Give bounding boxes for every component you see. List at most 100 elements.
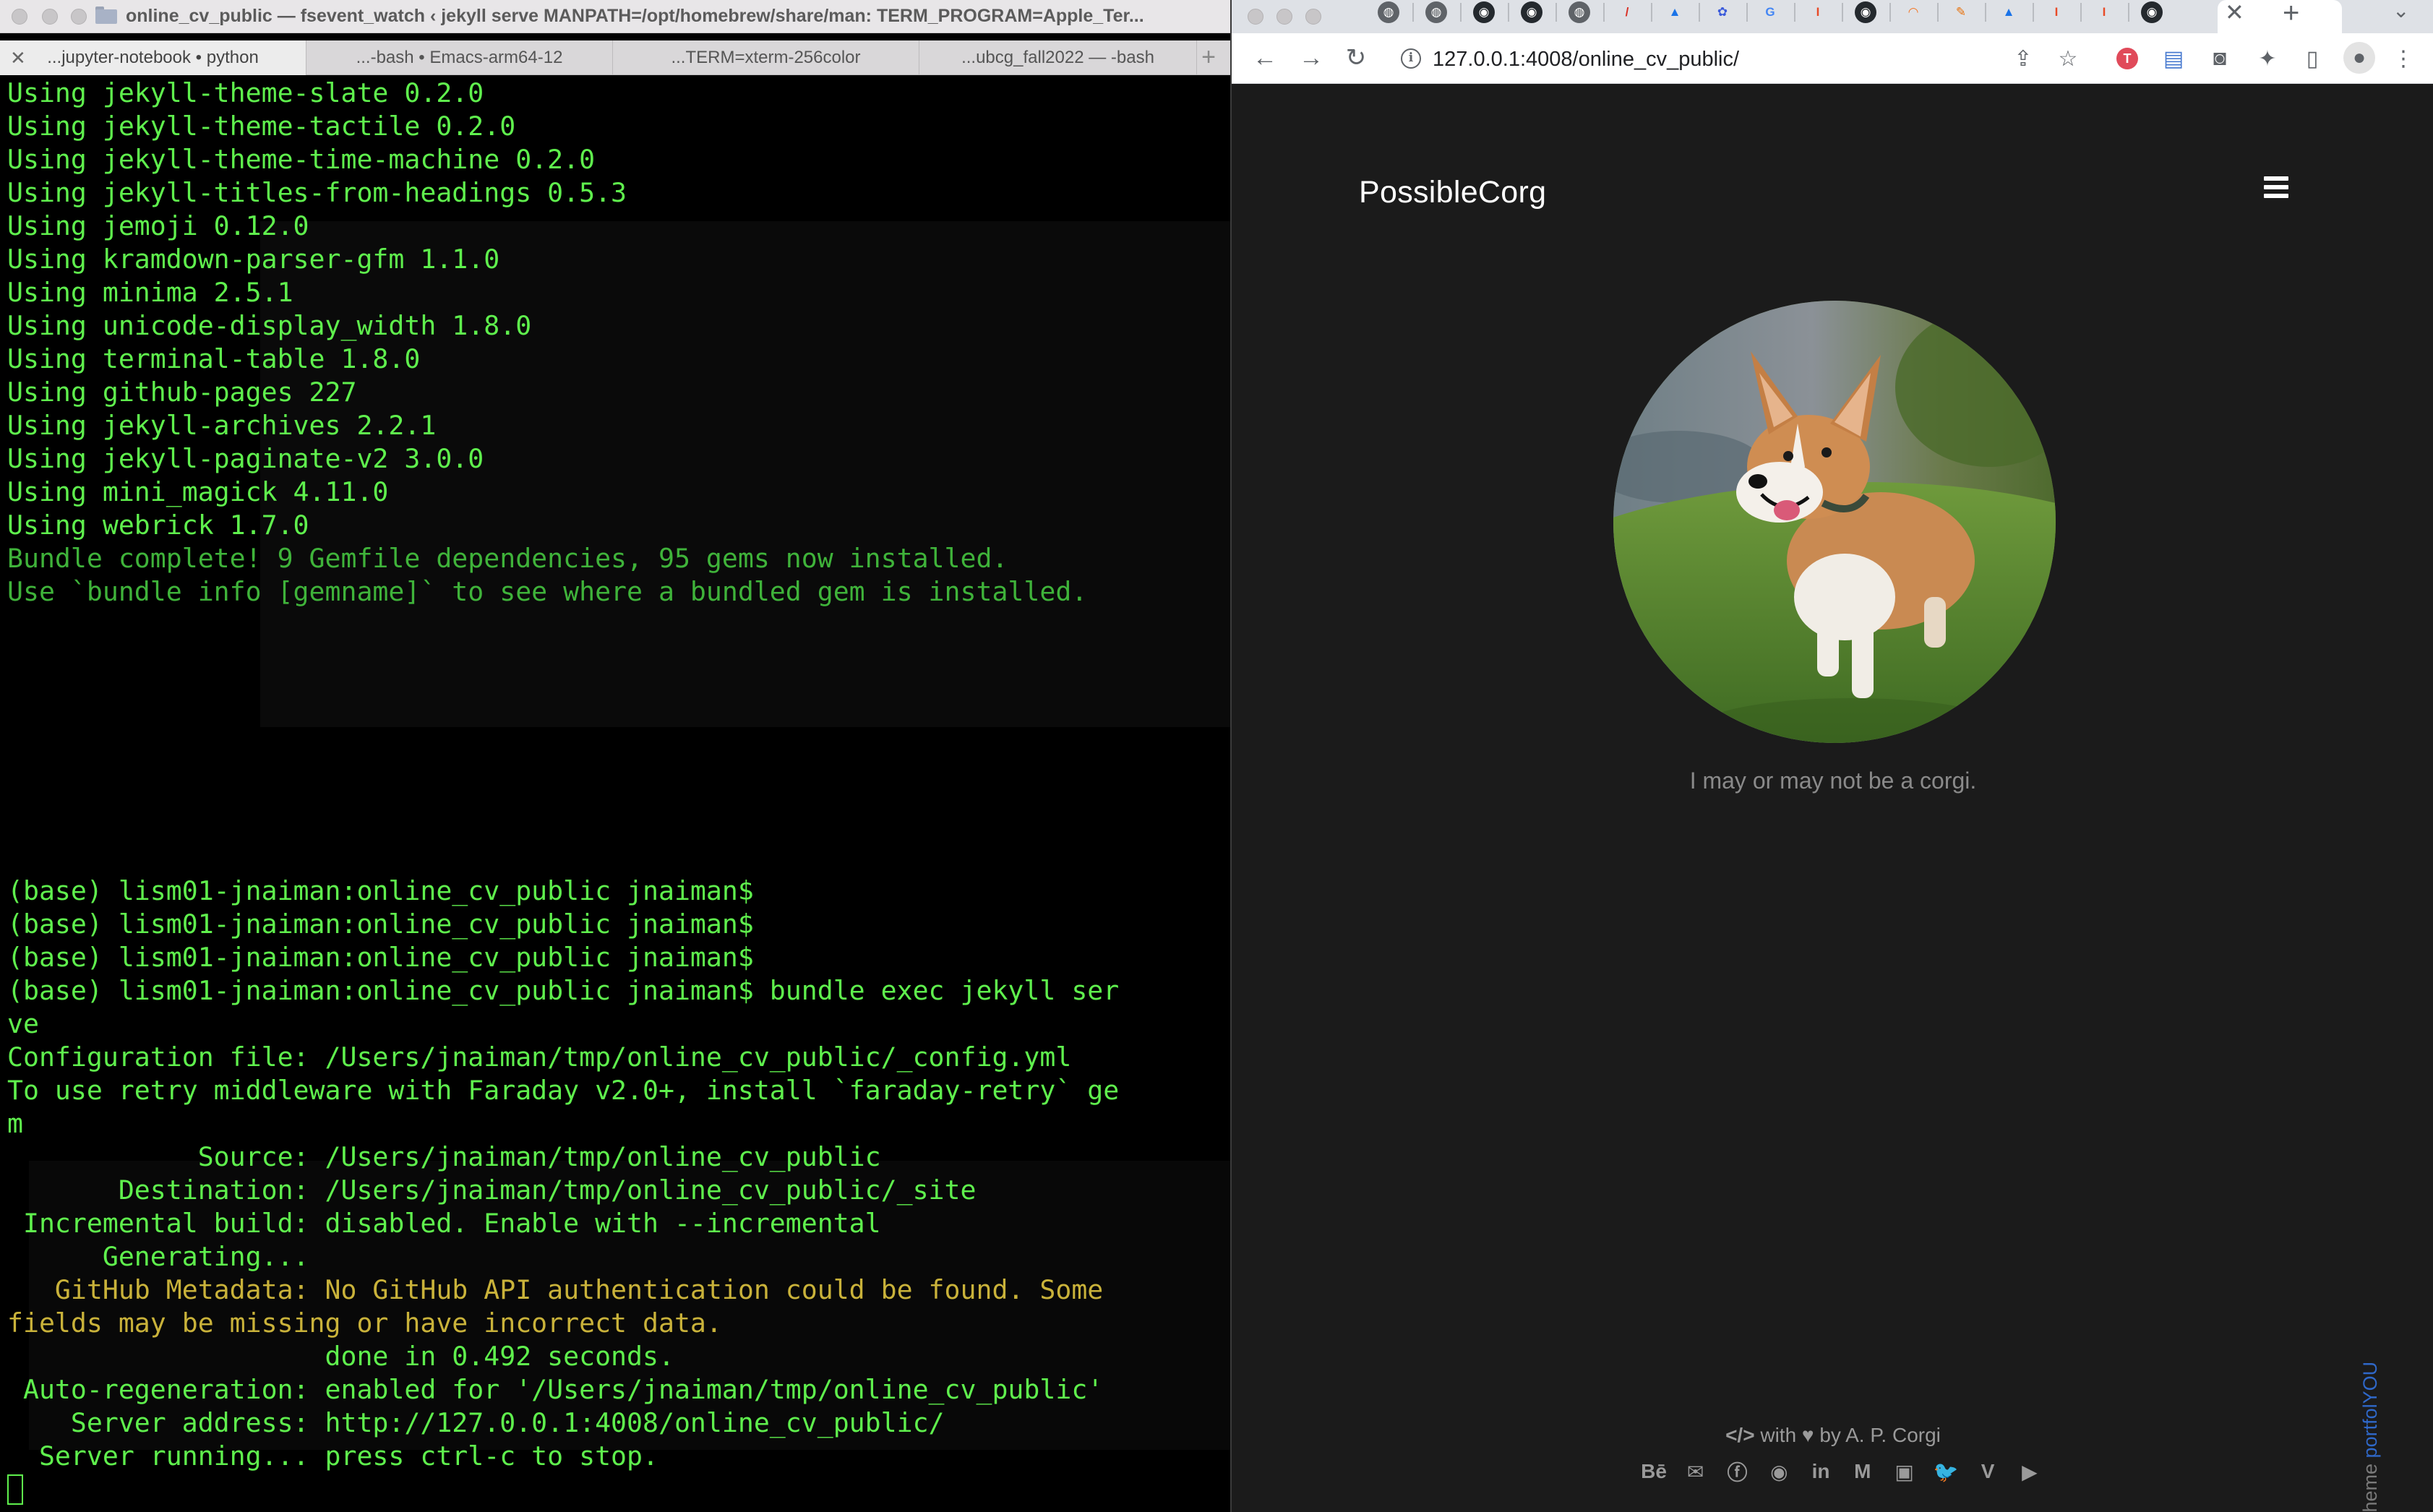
terminal-line: Source: /Users/jnaiman/tmp/online_cv_pub… [7,1141,881,1172]
terminal-line: (base) lism01-jnaiman:online_cv_public j… [7,975,1120,1006]
terminal-line: Bundle complete! 9 Gemfile dependencies,… [7,543,1008,574]
terminal-line: Server running... press ctrl-c to stop. [7,1440,658,1472]
extension-incognito-icon[interactable]: ◙ [2205,43,2235,74]
terminal-tab-label: ...ubcg_fall2022 — -bash [961,48,1154,67]
social-links: Bē ✉ ⓕ ◉ in M ▣ 🐦 V ▶ [1639,1457,2044,1486]
tab-separator [2033,3,2034,22]
terminal-line: done in 0.492 seconds. [7,1341,674,1372]
email-icon[interactable]: ✉ [1681,1457,1710,1486]
tab-separator [1460,3,1462,22]
terminal-line: Destination: /Users/jnaiman/tmp/online_c… [7,1174,977,1206]
drive-favicon-2[interactable]: ▲ [1998,1,2020,23]
twitter-icon[interactable]: 🐦 [1931,1457,1960,1486]
github-favicon-3[interactable]: ◉ [1855,1,1876,23]
forward-button[interactable]: → [1294,40,1329,75]
flower-favicon[interactable]: ✿ [1712,1,1733,23]
tagline: I may or may not be a corgi. [1689,768,1977,794]
illinois-favicon-2[interactable]: I [2046,1,2067,23]
share-icon[interactable]: ⇪ [2008,43,2038,74]
browser-tab-strip: ◍ ◍ ◉ ◉ ◍ / ▲ ✿ G I ◉ ◠ ✎ ▲ I I ◉ ✕ + ⌄ [1232,0,2433,33]
overleaf-favicon[interactable]: ✎ [1950,1,1972,23]
behance-icon[interactable]: Bē [1639,1457,1668,1486]
github-favicon-4[interactable]: ◉ [2141,1,2163,23]
google-favicon[interactable]: G [1759,1,1781,23]
zoom-window-button[interactable] [71,9,87,25]
tab-separator [1651,3,1652,22]
terminal-tab-emacs[interactable]: ...-bash • Emacs-arm64-12 [306,40,613,75]
extensions-puzzle-icon[interactable]: ✦ [2252,43,2283,74]
terminal-line: Use `bundle info [gemname]` to see where… [7,576,1088,607]
globe-favicon-3[interactable]: ◍ [1569,1,1590,23]
terminal-tab-jupyter[interactable]: ✕ ...jupyter-notebook • python [0,40,306,75]
code-icon: </> [1725,1424,1755,1446]
bookmark-star-icon[interactable]: ☆ [2053,43,2083,74]
browser-menu-icon[interactable]: ⋮ [2388,43,2419,74]
tab-search-icon[interactable]: ⌄ [2393,0,2409,22]
tab-separator [2128,3,2129,22]
facebook-icon[interactable]: ⓕ [1723,1457,1752,1486]
terminal-line: Using kramdown-parser-gfm 1.1.0 [7,244,500,275]
web-page: PossibleCorg I may or may not be a corgi… [1232,84,2433,1512]
drive-favicon[interactable]: ▲ [1664,1,1686,23]
tab-separator [1746,3,1748,22]
terminal-tab-ubcg[interactable]: ...ubcg_fall2022 — -bash [919,40,1197,75]
globe-favicon[interactable]: ◍ [1378,1,1399,23]
github-favicon[interactable]: ◉ [1473,1,1495,23]
terminal-line: (base) lism01-jnaiman:online_cv_public j… [7,875,754,906]
terminal-line: Using mini_magick 4.11.0 [7,476,389,507]
illinois-favicon[interactable]: I [1807,1,1829,23]
github-icon[interactable]: ◉ [1764,1457,1793,1486]
terminal-cursor [7,1474,23,1505]
globe-favicon-2[interactable]: ◍ [1425,1,1447,23]
zoom-window-button[interactable] [1305,9,1321,25]
tab-separator [1699,3,1700,22]
address-bar[interactable]: i 127.0.0.1:4008/online_cv_public/ [1389,39,2155,78]
illinois-favicon-3[interactable]: I [2093,1,2115,23]
close-window-button[interactable] [1248,9,1263,25]
terminal-line: Generating... [7,1241,309,1272]
folder-icon [95,7,117,24]
terminal-tab-label: ...TERM=xterm-256color [671,48,861,67]
footer-author[interactable]: by A. P. Corgi [1814,1424,1941,1446]
site-logo[interactable]: PossibleCorg [1359,175,1546,210]
extension-red-icon[interactable]: T [2112,43,2142,74]
tab-separator [1556,3,1557,22]
twitch-icon[interactable]: ▣ [1890,1457,1919,1486]
terminal-tab-xterm[interactable]: ...TERM=xterm-256color [613,40,919,75]
minimize-window-button[interactable] [42,9,58,25]
tab-separator [1842,3,1843,22]
profile-avatar-icon[interactable]: ● [2343,42,2375,74]
youtube-icon[interactable]: ▶ [2015,1457,2044,1486]
terminal-line: (base) lism01-jnaiman:online_cv_public j… [7,942,754,973]
terminal-line: Using unicode-display_width 1.8.0 [7,310,532,341]
close-window-button[interactable] [12,9,27,25]
terminal-line: Using jekyll-theme-slate 0.2.0 [7,77,484,108]
close-tab-icon[interactable]: ✕ [10,40,26,75]
terminal-titlebar[interactable]: online_cv_public — fsevent_watch ‹ jekyl… [0,0,1230,33]
back-button[interactable]: ← [1248,40,1282,75]
terminal-line: Using jekyll-theme-time-machine 0.2.0 [7,144,596,175]
extension-doc-icon[interactable]: ▤ [2158,43,2189,74]
reload-button[interactable]: ↻ [1339,40,1373,75]
tab-separator [1937,3,1939,22]
vimeo-icon[interactable]: V [1973,1457,2002,1486]
linkedin-icon[interactable]: in [1806,1457,1835,1486]
github-favicon-2[interactable]: ◉ [1521,1,1542,23]
terminal-output[interactable]: Using jekyll-theme-slate 0.2.0 Using jeky… [0,77,1230,1512]
hamburger-menu-icon[interactable] [2264,176,2288,198]
terminal-line: Using minima 2.5.1 [7,277,293,308]
terminal-line: m [7,1108,23,1139]
url-text[interactable]: 127.0.0.1:4008/online_cv_public/ [1433,48,1739,72]
browser-window: ◍ ◍ ◉ ◉ ◍ / ▲ ✿ G I ◉ ◠ ✎ ▲ I I ◉ ✕ + ⌄ ← → ↻ i 127.0.0.… [1230,0,2433,1512]
footer-credit: </> with ♥ by A. P. Corgi [1232,1424,2433,1447]
close-tab-icon[interactable]: ✕ [2225,0,2244,26]
tab-separator [1508,3,1509,22]
medium-icon[interactable]: M [1848,1457,1877,1486]
side-panel-icon[interactable]: ▯ [2297,43,2327,74]
minimize-window-button[interactable] [1276,9,1292,25]
site-info-icon[interactable]: i [1401,48,1421,69]
slash-favicon[interactable]: / [1616,1,1638,23]
new-terminal-tab-button[interactable]: + [1194,40,1223,75]
jupyter-favicon[interactable]: ◠ [1902,1,1924,23]
new-tab-button[interactable]: + [2283,0,2299,30]
